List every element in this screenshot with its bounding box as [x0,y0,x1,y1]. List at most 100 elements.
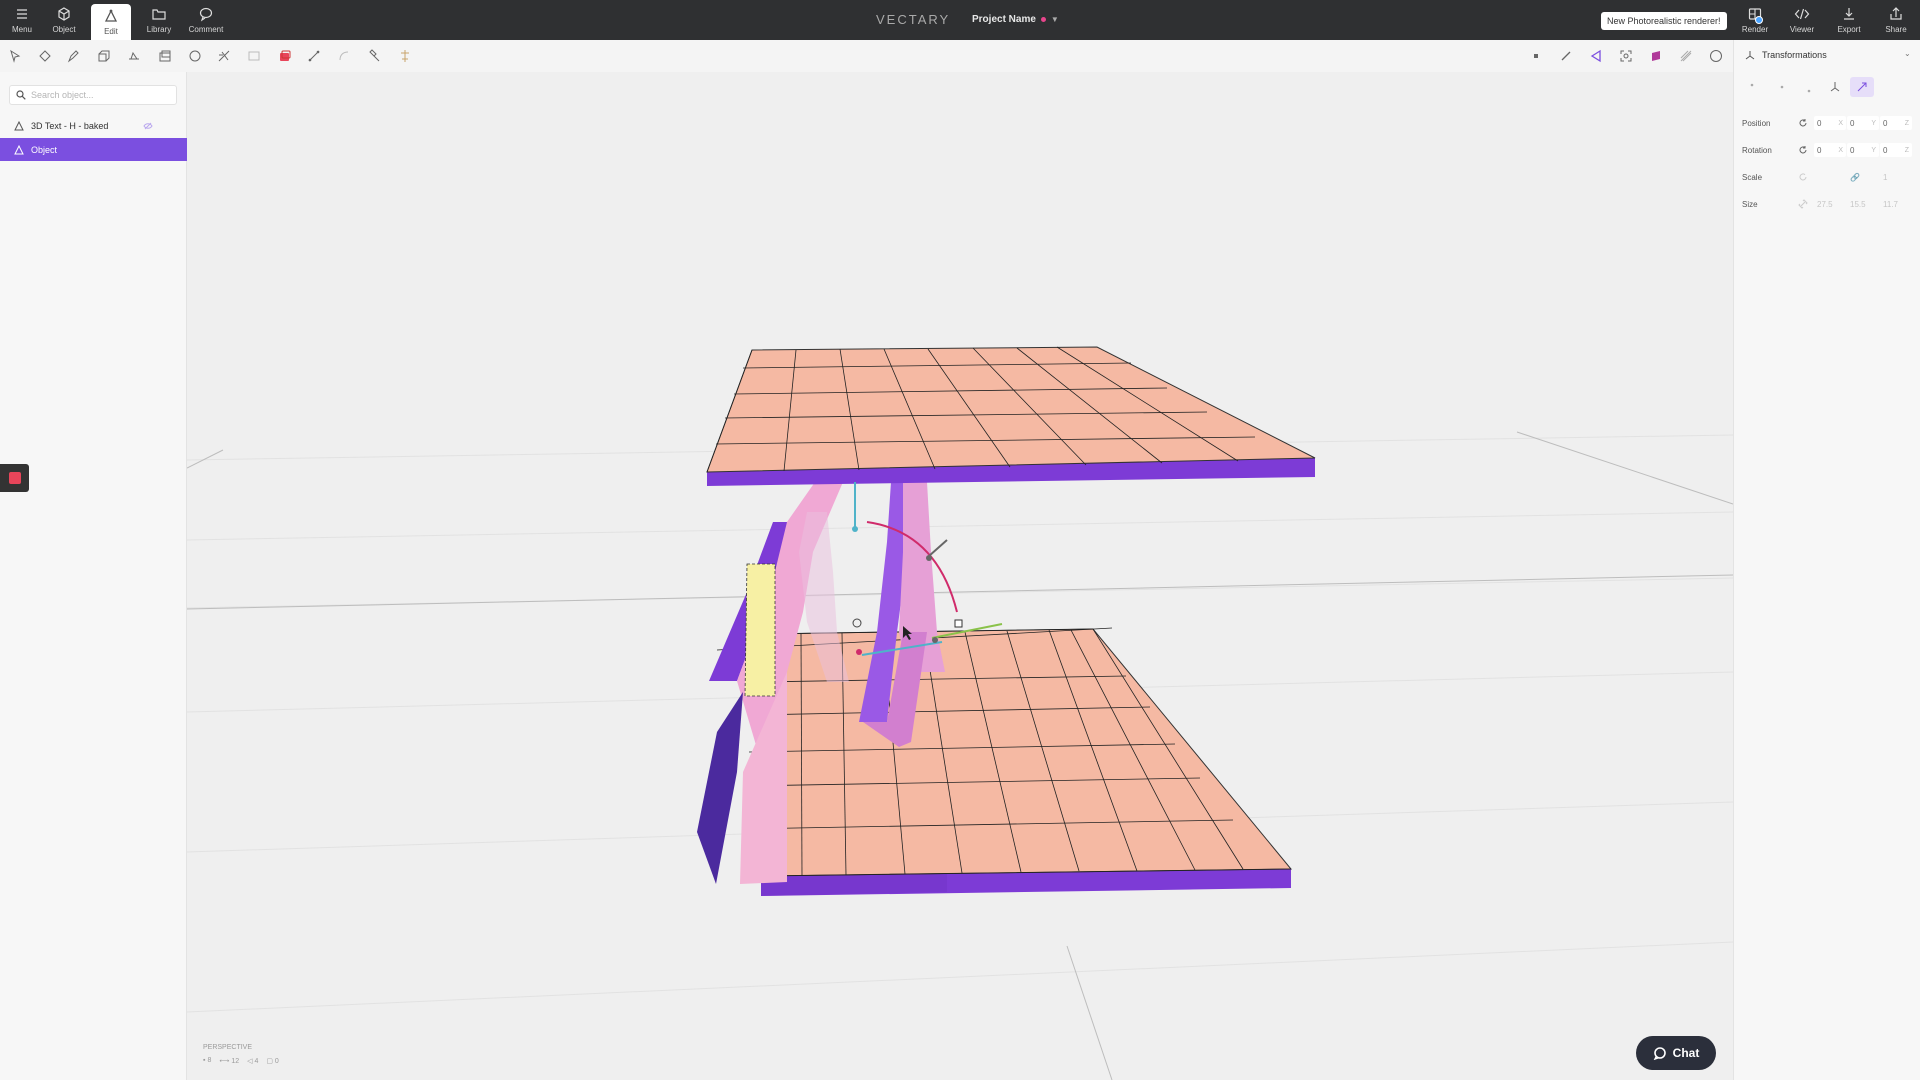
scale-x-input [1814,170,1846,184]
global-transform-tab[interactable] [1850,77,1874,97]
eye-hidden-icon[interactable] [143,121,153,131]
pen-icon [67,50,79,63]
object-mode-button[interactable]: Object [42,0,86,40]
mirror-tool[interactable] [396,47,414,65]
edge-select-mode[interactable] [1557,47,1575,65]
wireframe-icon [1680,50,1692,62]
face-select-mode[interactable] [1587,47,1605,65]
library-button[interactable]: Library [137,0,181,40]
notification-dot [1755,16,1763,24]
chevron-down-icon: ▼ [1050,15,1059,24]
material-tool[interactable] [1647,47,1665,65]
rotation-y-input[interactable]: 0Y [1847,143,1879,157]
smooth-tool[interactable] [335,47,353,65]
collapse-chevron-icon[interactable]: ⌄ [1904,49,1911,58]
rotation-z-input[interactable]: 0Z [1880,143,1912,157]
pivot-center-tab[interactable] [1770,77,1794,97]
object-mode-label: Object [52,25,76,34]
vertex-tool[interactable] [36,47,54,65]
bridge-tool[interactable] [245,47,263,65]
rotation-x-input[interactable]: 0X [1814,143,1846,157]
axes-icon [1745,51,1755,60]
scene-canvas[interactable] [187,72,1733,1080]
local-transform-tab[interactable] [1823,77,1847,97]
size-label: Size [1742,199,1758,209]
position-x: 0 [1817,118,1822,128]
layer-item[interactable]: 3D Text - H - baked [0,114,187,137]
comment-button[interactable]: Comment [184,0,228,40]
share-label: Share [1885,25,1907,34]
link-icon [1798,199,1808,209]
render-label: Render [1741,25,1769,34]
folder-icon [152,9,166,20]
bevel-icon [129,51,139,60]
record-button[interactable] [0,464,29,492]
mesh-icon [14,144,24,154]
search-box[interactable] [9,85,177,105]
scale-label: Scale [1742,172,1763,182]
size-x-input: 27.5 [1814,197,1846,211]
knife-tool[interactable] [215,47,233,65]
hammer-icon [369,49,380,62]
extrude-tool[interactable] [94,47,112,65]
size-y: 15.5 [1850,199,1866,209]
reset-icon[interactable] [1798,118,1808,128]
camera-mode-label[interactable]: PERSPECTIVE [203,1044,252,1051]
size-row: Size 27.5 15.5 11.7 [1742,196,1917,212]
right-panel: Transformations ⌄ Position 0X 0Y 0Z Rota… [1733,40,1920,1080]
pen-tool[interactable] [64,47,82,65]
layer-item-selected[interactable]: Object [0,138,187,161]
reset-icon[interactable] [1798,145,1808,155]
share-icon [1890,7,1902,20]
bevel-tool[interactable] [125,47,143,65]
chat-label: Chat [1672,1046,1700,1060]
edge-icon [1561,51,1571,61]
boolean-tool[interactable] [276,47,294,65]
wireframe-toggle[interactable] [1677,47,1695,65]
transformations-header[interactable]: Transformations [1745,50,1827,60]
vertex-count-value: 8 [207,1057,212,1064]
top-slab [706,346,1316,486]
chat-button[interactable]: Chat [1636,1036,1716,1070]
menu-label: Menu [11,25,32,34]
scale-lock-icon: 🔗 [1850,172,1860,182]
size-z: 11.7 [1883,199,1898,209]
smooth-icon [339,51,349,61]
object-count-value: 0 [274,1058,279,1065]
export-button[interactable]: Export [1827,0,1871,40]
focus-icon [1620,50,1632,62]
pivot-icon [1830,82,1840,92]
hammer-tool[interactable] [365,47,383,65]
position-x-input[interactable]: 0X [1814,116,1846,130]
menu-button[interactable]: Menu [0,0,44,40]
x-axis-label: X [1838,119,1843,127]
path-tool[interactable] [305,47,323,65]
position-z-input[interactable]: 0Z [1880,116,1912,130]
project-name: Project Name [972,14,1036,25]
pivot-bottom-tab[interactable] [1796,77,1820,97]
reset-icon [1799,173,1807,181]
share-button[interactable]: Share [1874,0,1918,40]
search-input[interactable] [31,90,171,100]
focus-tool[interactable] [1617,47,1635,65]
chat-bubble-icon [1653,1047,1666,1060]
vertex-select-mode[interactable] [1527,47,1545,65]
3d-viewport[interactable]: PERSPECTIVE ▪ 8 ⟷ 12 ◁ 4 ▢ 0 [187,72,1733,1080]
pivot-tab[interactable] [1742,77,1766,97]
viewer-button[interactable]: Viewer [1780,0,1824,40]
inset-tool[interactable] [156,47,174,65]
select-tool[interactable] [6,47,24,65]
bridge-icon [248,51,260,61]
size-x: 27.5 [1817,199,1833,209]
project-name-menu[interactable]: Project Name ▼ [972,14,1059,25]
loop-cut-tool[interactable] [186,47,204,65]
layer-label: Object [31,144,58,155]
bottom-slab [716,627,1293,896]
left-panel: 3D Text - H - baked Object [0,72,187,1080]
scale-row: Scale 🔗 1 [1742,169,1917,185]
edit-mode-button[interactable]: Edit [91,4,131,40]
cube-icon [58,7,70,21]
position-y-input[interactable]: 0Y [1847,116,1879,130]
rotation-z: 0 [1883,145,1888,155]
viewport-shading-toggle[interactable] [1707,47,1725,65]
